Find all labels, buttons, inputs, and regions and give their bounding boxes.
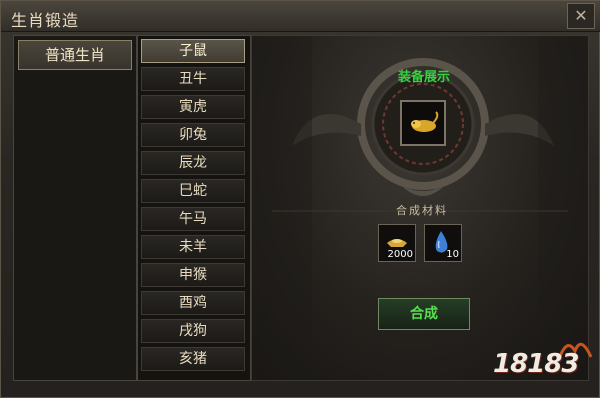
zodiac-list: 子鼠 丑牛 寅虎 卯兔 辰龙 巳蛇 午马 未羊 申猴 酉鸡 戌狗 亥猪 xyxy=(137,35,251,381)
zodiac-item-monkey[interactable]: 申猴 xyxy=(141,263,245,287)
zodiac-item-tiger[interactable]: 寅虎 xyxy=(141,95,245,119)
showcase-item-slot[interactable] xyxy=(400,100,446,146)
materials-label: 合成材料 xyxy=(396,204,448,217)
window-title: 生肖锻造 xyxy=(11,11,80,30)
zodiac-forge-window: 生肖锻造 ✕ 普通生肖 子鼠 丑牛 寅虎 卯兔 辰龙 巳蛇 午马 未羊 申猴 酉… xyxy=(0,0,600,398)
material-count: 10 xyxy=(446,249,459,260)
zodiac-item-pig[interactable]: 亥猪 xyxy=(141,347,245,371)
zodiac-item-goat[interactable]: 未羊 xyxy=(141,235,245,259)
zodiac-item-snake[interactable]: 巳蛇 xyxy=(141,179,245,203)
watermark-logo: 18183 xyxy=(493,349,579,379)
material-slot-gold[interactable]: 2000 xyxy=(378,224,416,262)
combine-button[interactable]: 合成 xyxy=(378,298,470,330)
zodiac-item-dog[interactable]: 戌狗 xyxy=(141,319,245,343)
material-slot-water[interactable]: 10 xyxy=(424,224,462,262)
zodiac-item-rabbit[interactable]: 卯兔 xyxy=(141,123,245,147)
category-tab-normal-zodiac[interactable]: 普通生肖 xyxy=(18,40,132,70)
zodiac-item-ox[interactable]: 丑牛 xyxy=(141,67,245,91)
forge-panel: 装备展示 合成材料 2000 10 合成 xyxy=(251,35,589,381)
material-count: 2000 xyxy=(387,249,413,260)
golden-rat-icon xyxy=(411,111,439,132)
category-panel: 普通生肖 xyxy=(13,35,137,381)
showcase-label: 装备展示 xyxy=(397,70,450,85)
zodiac-item-dragon[interactable]: 辰龙 xyxy=(141,151,245,175)
zodiac-item-rat[interactable]: 子鼠 xyxy=(141,39,245,63)
zodiac-item-horse[interactable]: 午马 xyxy=(141,207,245,231)
title-bar: 生肖锻造 ✕ xyxy=(1,1,600,32)
zodiac-item-rooster[interactable]: 酉鸡 xyxy=(141,291,245,315)
close-button[interactable]: ✕ xyxy=(567,3,595,29)
